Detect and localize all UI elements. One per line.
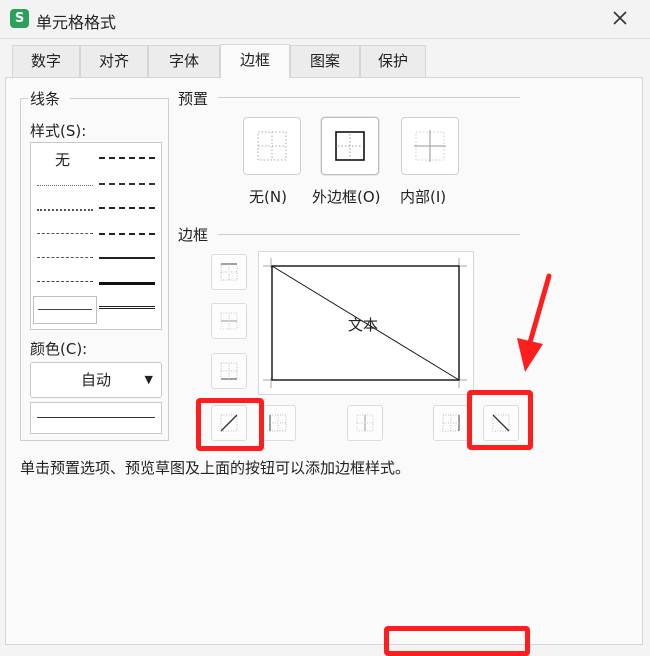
tab-pattern[interactable]: 图案 — [290, 45, 360, 77]
line-group-label: 线条 — [30, 90, 61, 108]
line-group-border-top-right — [70, 98, 168, 99]
highlight-diagonal-down — [467, 390, 533, 450]
border-inner-vertical-icon — [356, 414, 374, 432]
tab-border[interactable]: 边框 — [220, 44, 290, 78]
color-value: 自动 — [80, 371, 111, 389]
preset-separator — [218, 97, 520, 98]
tab-number[interactable]: 数字 — [12, 45, 80, 77]
border-right-button[interactable] — [433, 405, 469, 441]
border-top-icon — [220, 263, 238, 281]
line-style-dotted[interactable] — [37, 209, 93, 211]
color-label: 颜色(C): — [30, 340, 88, 358]
line-style-medium-dashed[interactable] — [99, 233, 155, 235]
preview-text: 文本 — [348, 316, 379, 334]
border-bottom-button[interactable] — [211, 353, 247, 389]
line-style-slant-dash-dot[interactable] — [99, 183, 155, 185]
preset-outline-icon — [335, 131, 365, 161]
line-sample-stroke — [37, 417, 155, 418]
border-bottom-icon — [220, 362, 238, 380]
hint-text: 单击预置选项、预览草图及上面的按钮可以添加边框样式。 — [20, 459, 411, 477]
close-icon — [613, 11, 627, 25]
border-top-button[interactable] — [211, 254, 247, 290]
border-right-icon — [442, 414, 460, 432]
line-style-list[interactable]: 无 — [30, 142, 162, 330]
app-logo-icon: S — [10, 9, 29, 28]
line-style-medium[interactable] — [99, 257, 155, 259]
line-style-medium-dash-dot-dot[interactable] — [99, 157, 155, 159]
border-inner-horizontal-button[interactable] — [211, 303, 247, 339]
line-style-none[interactable]: 无 — [55, 149, 70, 170]
preset-group-label: 预置 — [178, 90, 209, 108]
preset-outline-button[interactable] — [321, 117, 379, 175]
highlight-ok-button — [384, 626, 530, 656]
line-group-border-top — [20, 98, 28, 99]
line-style-double[interactable] — [99, 306, 155, 309]
preset-inside-icon — [414, 130, 446, 162]
border-preview[interactable]: 文本 — [258, 251, 474, 395]
border-left-icon — [269, 414, 287, 432]
annotation-arrow-icon — [517, 273, 552, 372]
border-group-label: 边框 — [178, 226, 209, 244]
border-inner-vertical-button[interactable] — [347, 405, 383, 441]
line-style-dash-dot[interactable] — [37, 257, 93, 258]
style-label: 样式(S): — [30, 122, 87, 140]
close-button[interactable] — [608, 6, 632, 30]
line-style-thick[interactable] — [99, 282, 155, 285]
line-style-thin-sample — [38, 309, 92, 310]
preset-outline-label: 外边框(O) — [312, 188, 381, 206]
dialog-title: 单元格格式 — [36, 13, 117, 32]
line-style-hair[interactable] — [37, 185, 93, 186]
line-sample-preview — [30, 402, 162, 434]
line-style-dashed[interactable] — [37, 281, 93, 282]
preset-inside-button[interactable] — [401, 117, 459, 175]
preset-none-button[interactable] — [243, 117, 301, 175]
line-group-border-bottom — [20, 440, 169, 441]
highlight-diagonal-up — [196, 398, 264, 451]
tab-font[interactable]: 字体 — [148, 45, 220, 77]
preset-none-label: 无(N) — [249, 188, 287, 206]
line-style-thin-selected[interactable] — [33, 296, 97, 324]
border-separator — [218, 234, 520, 235]
dropdown-arrow-icon: ▼ — [144, 373, 153, 386]
border-inner-horizontal-icon — [220, 312, 238, 330]
preset-none-icon — [257, 131, 287, 161]
line-group-border-left — [20, 98, 21, 440]
color-dropdown[interactable]: 自动 ▼ — [30, 362, 162, 398]
line-group-border-right — [168, 98, 169, 440]
tab-protection[interactable]: 保护 — [360, 45, 426, 77]
tab-alignment[interactable]: 对齐 — [80, 45, 148, 77]
title-bar: S 单元格格式 — [0, 0, 650, 39]
preset-inside-label: 内部(I) — [400, 188, 447, 206]
border-left-button[interactable] — [260, 405, 296, 441]
line-style-dash-dot-dot[interactable] — [37, 233, 93, 234]
line-style-medium-dash-dot[interactable] — [99, 207, 155, 209]
